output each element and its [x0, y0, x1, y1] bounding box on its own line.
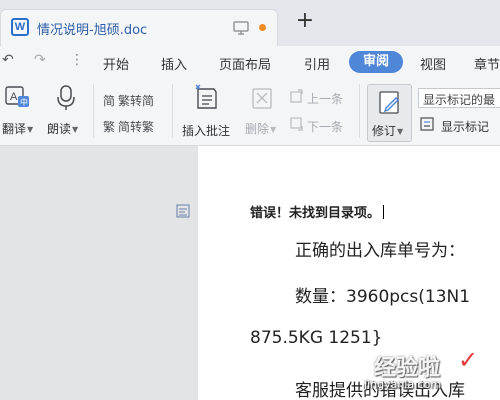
delete-label: 删除: [245, 122, 270, 136]
track-changes-icon: [379, 91, 399, 114]
translate-button[interactable]: 翻译▼: [2, 120, 33, 137]
toc-error-line[interactable]: 错误！未找到目录项。: [250, 202, 385, 221]
unsaved-dot-icon[interactable]: [259, 24, 266, 31]
translate-label: 翻译: [2, 122, 27, 136]
microphone-icon[interactable]: [54, 84, 78, 112]
checkmark-icon: ✓: [458, 346, 479, 374]
insert-comment-button[interactable]: 插入批注: [182, 122, 230, 139]
divider: [172, 84, 173, 138]
menu-page-layout[interactable]: 页面布局: [219, 54, 271, 73]
toc-error-text: 错误！未找到目录项。: [250, 206, 381, 221]
text-cursor: [383, 205, 385, 219]
track-changes-label: 修订: [372, 124, 397, 138]
divider: [93, 84, 94, 138]
menu-insert[interactable]: 插入: [161, 54, 187, 73]
title-bar: W 情况说明-旭硕.doc +: [0, 0, 500, 46]
monitor-icon[interactable]: [233, 21, 249, 35]
menu-references[interactable]: 引用: [304, 54, 330, 73]
delete-comment-icon: [252, 88, 272, 109]
markup-view-select[interactable]: 显示标记的最: [418, 88, 500, 108]
previous-comment-icon: [290, 89, 303, 103]
read-aloud-label: 朗读: [47, 122, 72, 136]
more-icon[interactable]: ⋮: [70, 52, 84, 68]
trad-to-simp-button[interactable]: 简繁转简: [103, 92, 154, 109]
simp-to-trad-button[interactable]: 繁简转繁: [103, 118, 154, 135]
dropdown-arrow-icon: ▼: [270, 125, 277, 134]
menu-home[interactable]: 开始: [103, 54, 129, 73]
track-changes-label-wrap: 修订▼: [372, 122, 403, 139]
redo-icon[interactable]: ↷: [34, 52, 46, 68]
document-page[interactable]: 错误！未找到目录项。 正确的出入库单号为： 数量：3960pcs(13N1 87…: [198, 146, 500, 400]
simplified-char-icon: 简: [103, 94, 116, 108]
dropdown-arrow-icon[interactable]: ▼: [72, 125, 78, 134]
undo-icon[interactable]: ↶: [2, 52, 14, 68]
wps-writer-icon: W: [11, 18, 29, 36]
review-ribbon: A 中 翻译▼ 朗读▼ 简繁转简 繁简转繁 插入批注 删除▼ 上一条 下一条 修…: [0, 78, 500, 146]
show-markup-button[interactable]: 显示标记: [441, 118, 489, 135]
previous-comment-button: 上一条: [307, 92, 344, 106]
watermark-url: jingyanla.com: [364, 378, 442, 391]
menu-view[interactable]: 视图: [420, 54, 446, 73]
next-comment-button: 下一条: [307, 120, 344, 134]
menu-bar: ↶ ↷ ⋮ 开始 插入 页面布局 引用 审阅 视图 章节: [0, 46, 500, 78]
menu-review[interactable]: 审阅: [349, 51, 403, 73]
menu-section[interactable]: 章节: [474, 54, 500, 73]
dropdown-arrow-icon[interactable]: ▼: [397, 127, 403, 136]
svg-text:A: A: [10, 91, 18, 103]
translate-icon[interactable]: A 中: [5, 86, 31, 110]
simp-to-trad-label: 简转繁: [118, 120, 155, 134]
delete-button: 删除▼: [245, 120, 276, 137]
traditional-char-icon: 繁: [103, 120, 116, 134]
read-aloud-button[interactable]: 朗读▼: [47, 120, 78, 137]
next-comment-icon: [290, 117, 303, 131]
document-tab[interactable]: W 情况说明-旭硕.doc: [0, 9, 278, 46]
track-changes-button[interactable]: 修订▼: [367, 84, 412, 142]
weight-line[interactable]: 875.5KG 1251}: [250, 328, 382, 348]
dropdown-arrow-icon[interactable]: ▼: [27, 125, 33, 134]
quantity-line[interactable]: 数量：3960pcs(13N1: [295, 282, 470, 307]
trad-to-simp-label: 繁转简: [118, 94, 155, 108]
show-markup-icon[interactable]: [420, 117, 435, 131]
document-title: 情况说明-旭硕.doc: [37, 23, 148, 38]
margin-format-icon[interactable]: [176, 204, 190, 218]
insert-comment-icon[interactable]: [194, 84, 220, 112]
divider: [359, 84, 360, 138]
svg-text:中: 中: [20, 97, 28, 107]
new-tab-button[interactable]: +: [293, 10, 317, 34]
order-number-line[interactable]: 正确的出入库单号为：: [295, 236, 465, 261]
